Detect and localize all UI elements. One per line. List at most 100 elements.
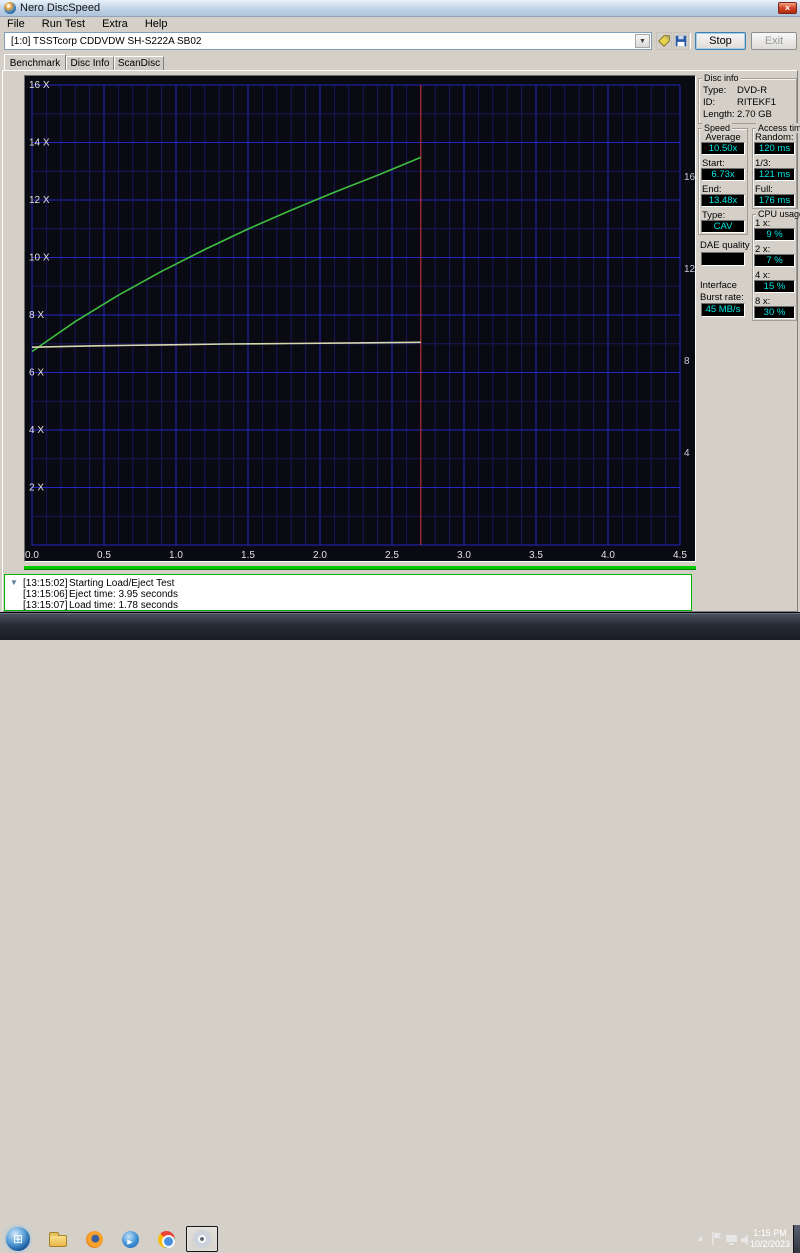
network-icon (726, 1235, 737, 1245)
toolbar: [1:0] TSSTcorp CDDVDW SH-S222A SB02 ▼ St… (0, 31, 800, 53)
speed-end-value: 13.48x (701, 194, 745, 207)
disc-type-value: DVD-R (737, 85, 768, 96)
clock-date: 10/2/2023 (749, 1239, 791, 1249)
svg-text:8 X: 8 X (29, 310, 44, 321)
action-center-button[interactable] (711, 1232, 722, 1250)
dae-quality-value (701, 252, 745, 266)
play-icon: ▶ (127, 1238, 133, 1246)
drive-selector-value: [1:0] TSSTcorp CDDVDW SH-S222A SB02 (11, 36, 202, 47)
chrome-icon (157, 1230, 175, 1248)
cpu-1x-value: 9 % (754, 228, 795, 241)
save-button[interactable] (673, 32, 689, 50)
svg-text:3.0: 3.0 (457, 550, 471, 561)
svg-text:0.0: 0.0 (25, 550, 39, 561)
app-icon (4, 2, 16, 14)
taskbar-app-chrome[interactable] (150, 1226, 182, 1252)
svg-text:10 X: 10 X (29, 253, 50, 264)
access-third-value: 121 ms (754, 168, 795, 181)
svg-text:8: 8 (684, 356, 690, 367)
firefox-icon (85, 1230, 103, 1248)
burst-rate-value: 45 MB/s (701, 303, 745, 317)
title-bar: Nero DiscSpeed × (0, 0, 800, 17)
disc-info-group: Disc info Type: DVD-R ID: RITEKF1 Length… (698, 73, 797, 124)
event-log: ▼ [13:15:02] Starting Load/Eject Test [1… (4, 574, 692, 611)
svg-text:2.5: 2.5 (385, 550, 399, 561)
svg-text:1.0: 1.0 (169, 550, 183, 561)
disc-info-title: Disc info (702, 73, 741, 83)
taskbar-app-explorer[interactable] (42, 1226, 74, 1252)
access-full-value: 176 ms (754, 194, 795, 207)
access-times-group: Access times Random: 120 ms 1/3: 121 ms … (752, 123, 800, 209)
windows-logo-icon: ⊞ (12, 1232, 24, 1246)
disc-type-label: Type: (703, 85, 727, 96)
tab-benchmark[interactable]: Benchmark (4, 54, 66, 71)
speed-average-value: 10.50x (701, 142, 745, 155)
log-message-3: Load time: 1.78 seconds (69, 600, 178, 611)
cpu-2x-value: 7 % (754, 254, 795, 267)
cpu-4x-value: 15 % (754, 280, 795, 293)
disc-length-label: Length: (703, 109, 735, 120)
media-player-icon: ▶ (121, 1230, 139, 1248)
menu-file[interactable]: File (0, 17, 32, 31)
interface-label: Interface (700, 280, 737, 291)
folder-icon (49, 1231, 67, 1247)
show-hidden-icons-button[interactable]: ▴ (698, 1233, 703, 1244)
tag-icon (658, 35, 670, 47)
svg-text:12: 12 (684, 264, 695, 275)
cpu-usage-group: CPU usage 1 x: 9 % 2 x: 7 % 4 x: 15 % 8 … (752, 209, 800, 321)
menu-extra[interactable]: Extra (95, 17, 135, 31)
speed-type-value: CAV (701, 220, 745, 233)
access-random-value: 120 ms (754, 142, 795, 155)
tag-button[interactable] (656, 32, 672, 50)
svg-text:16 X: 16 X (29, 80, 50, 91)
flag-icon (712, 1232, 721, 1245)
dae-quality-label: DAE quality (700, 240, 750, 251)
benchmark-chart: 2 X 4 X 6 X 8 X 10 X 12 X 14 X 16 X 4 8 12 16 0.0 0.5… (24, 75, 696, 562)
disc-length-value: 2.70 GB (737, 109, 772, 120)
drive-selector[interactable]: [1:0] TSSTcorp CDDVDW SH-S222A SB02 ▼ (4, 32, 652, 50)
close-button[interactable]: × (778, 2, 797, 14)
taskbar-app-nero-discspeed[interactable] (186, 1226, 218, 1252)
log-timestamp-2: [13:15:06] (23, 589, 68, 600)
svg-text:2 X: 2 X (29, 483, 44, 494)
cpu-8x-value: 30 % (754, 306, 795, 319)
clock-time: 1:15 PM (753, 1228, 787, 1238)
tab-disc-info[interactable]: Disc Info (66, 56, 114, 71)
chart-canvas: 2 X 4 X 6 X 8 X 10 X 12 X 14 X 16 X 4 8 12 16 0.0 0.5… (25, 80, 695, 561)
taskbar-app-media-player[interactable]: ▶ (114, 1226, 146, 1252)
disc-id-value: RITEKF1 (737, 97, 777, 108)
menu-run-test[interactable]: Run Test (35, 17, 92, 31)
log-message-2: Eject time: 3.95 seconds (69, 589, 178, 600)
log-message-1: Starting Load/Eject Test (69, 578, 175, 589)
stop-button[interactable]: Stop (695, 32, 746, 50)
svg-text:16: 16 (684, 172, 695, 183)
svg-text:14 X: 14 X (29, 138, 50, 149)
tab-bar: Benchmark Disc Info ScanDisc (0, 54, 800, 71)
dropdown-arrow-icon[interactable]: ▼ (635, 34, 650, 48)
taskbar-app-firefox[interactable] (78, 1226, 110, 1252)
menu-bar: File Run Test Extra Help (0, 17, 800, 31)
progress-bar (24, 566, 696, 570)
svg-text:2.0: 2.0 (313, 550, 327, 561)
svg-text:4.0: 4.0 (601, 550, 615, 561)
speed-start-value: 6.73x (701, 168, 745, 181)
network-button[interactable] (725, 1233, 738, 1251)
show-desktop-button[interactable] (793, 1225, 800, 1253)
menu-help[interactable]: Help (138, 17, 175, 31)
taskbar: ⊞ ▶ ▴ 1:15 PM 10/2/2023 (0, 612, 800, 1253)
svg-text:4.5: 4.5 (673, 550, 687, 561)
svg-text:4: 4 (684, 448, 690, 459)
svg-text:0.5: 0.5 (97, 550, 111, 561)
log-timestamp-3: [13:15:07] (23, 600, 68, 611)
svg-text:6 X: 6 X (29, 368, 44, 379)
toolbar-separator (690, 33, 691, 49)
svg-text:12 X: 12 X (29, 195, 50, 206)
exit-button[interactable]: Exit (751, 32, 797, 50)
tab-scandisc[interactable]: ScanDisc (114, 56, 164, 71)
disc-icon (193, 1230, 211, 1248)
start-button[interactable]: ⊞ (6, 1227, 30, 1251)
taskbar-clock[interactable]: 1:15 PM 10/2/2023 (748, 1228, 792, 1250)
speed-group: Speed Average 10.50x Start: 6.73x End: 1… (698, 123, 748, 235)
save-icon (675, 35, 687, 47)
load-eject-test-icon: ▼ (10, 578, 18, 587)
